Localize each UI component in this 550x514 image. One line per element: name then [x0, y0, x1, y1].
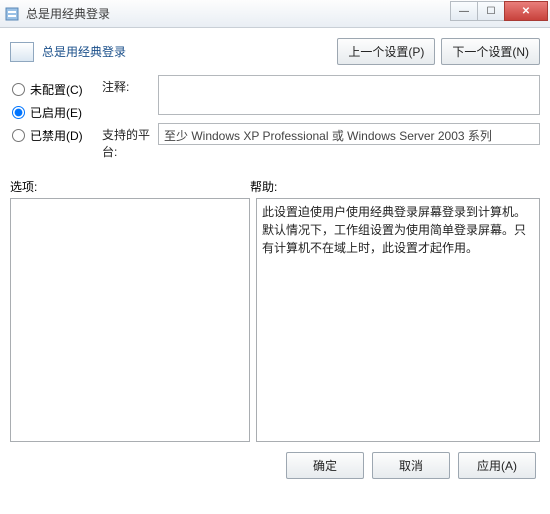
footer-buttons: 确定 取消 应用(A) [10, 452, 540, 479]
radio-not-configured-input[interactable] [12, 83, 25, 96]
minimize-button[interactable]: — [450, 1, 478, 21]
radio-disabled-input[interactable] [12, 129, 25, 142]
help-textbox[interactable]: 此设置迫使用户使用经典登录屏幕登录到计算机。默认情况下，工作组设置为使用简单登录… [256, 198, 540, 442]
apply-button[interactable]: 应用(A) [458, 452, 536, 479]
radio-enabled-label: 已启用(E) [30, 104, 82, 121]
policy-icon [10, 42, 34, 62]
header-row: 总是用经典登录 上一个设置(P) 下一个设置(N) [10, 38, 540, 65]
maximize-button[interactable]: ☐ [477, 1, 505, 21]
radio-enabled[interactable]: 已启用(E) [10, 104, 96, 121]
radio-disabled[interactable]: 已禁用(D) [10, 127, 96, 144]
options-listbox[interactable] [10, 198, 250, 442]
radio-not-configured[interactable]: 未配置(C) [10, 81, 96, 98]
radio-disabled-label: 已禁用(D) [30, 127, 83, 144]
previous-setting-button[interactable]: 上一个设置(P) [337, 38, 435, 65]
help-label: 帮助: [250, 178, 540, 195]
options-label: 选项: [10, 178, 250, 195]
window-controls: — ☐ ✕ [451, 1, 548, 21]
cancel-button[interactable]: 取消 [372, 452, 450, 479]
lists-row: 此设置迫使用户使用经典登录屏幕登录到计算机。默认情况下，工作组设置为使用简单登录… [10, 198, 540, 442]
platform-row: 支持的平台: 至少 Windows XP Professional 或 Wind… [102, 123, 540, 160]
title-bar: 总是用经典登录 — ☐ ✕ [0, 0, 550, 28]
close-button[interactable]: ✕ [504, 1, 548, 21]
radio-group: 未配置(C) 已启用(E) 已禁用(D) [10, 75, 96, 168]
comment-input[interactable] [158, 75, 540, 115]
main-layout: 未配置(C) 已启用(E) 已禁用(D) 注释: 支持的平台: 至少 Windo… [10, 75, 540, 168]
radio-enabled-input[interactable] [12, 106, 25, 119]
radio-not-configured-label: 未配置(C) [30, 81, 83, 98]
policy-title: 总是用经典登录 [42, 43, 337, 60]
app-icon [4, 6, 20, 22]
ok-button[interactable]: 确定 [286, 452, 364, 479]
fields-column: 注释: 支持的平台: 至少 Windows XP Professional 或 … [102, 75, 540, 168]
nav-buttons: 上一个设置(P) 下一个设置(N) [337, 38, 540, 65]
lists-labels: 选项: 帮助: [10, 178, 540, 195]
help-text: 此设置迫使用户使用经典登录屏幕登录到计算机。默认情况下，工作组设置为使用简单登录… [262, 205, 526, 255]
platform-label: 支持的平台: [102, 123, 158, 160]
next-setting-button[interactable]: 下一个设置(N) [441, 38, 540, 65]
dialog-content: 总是用经典登录 上一个设置(P) 下一个设置(N) 未配置(C) 已启用(E) … [0, 28, 550, 487]
comment-label: 注释: [102, 75, 158, 95]
comment-row: 注释: [102, 75, 540, 115]
platform-value: 至少 Windows XP Professional 或 Windows Ser… [158, 123, 540, 145]
window-title: 总是用经典登录 [26, 5, 110, 22]
